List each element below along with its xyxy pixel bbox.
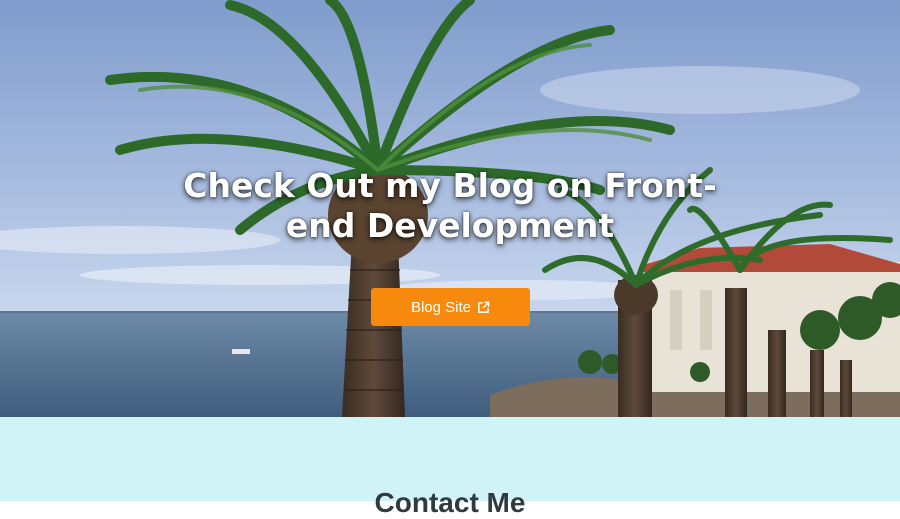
blog-site-button[interactable]: Blog Site — [371, 288, 530, 326]
contact-heading: Contact Me — [374, 487, 526, 518]
external-link-icon — [478, 301, 490, 313]
hero-content: Check Out my Blog on Front-end Developme… — [0, 0, 900, 417]
hero-section: Check Out my Blog on Front-end Developme… — [0, 0, 900, 417]
hero-headline: Check Out my Blog on Front-end Developme… — [183, 166, 717, 245]
blog-site-button-label: Blog Site — [410, 298, 472, 316]
contact-section: Contact Me — [0, 417, 900, 518]
